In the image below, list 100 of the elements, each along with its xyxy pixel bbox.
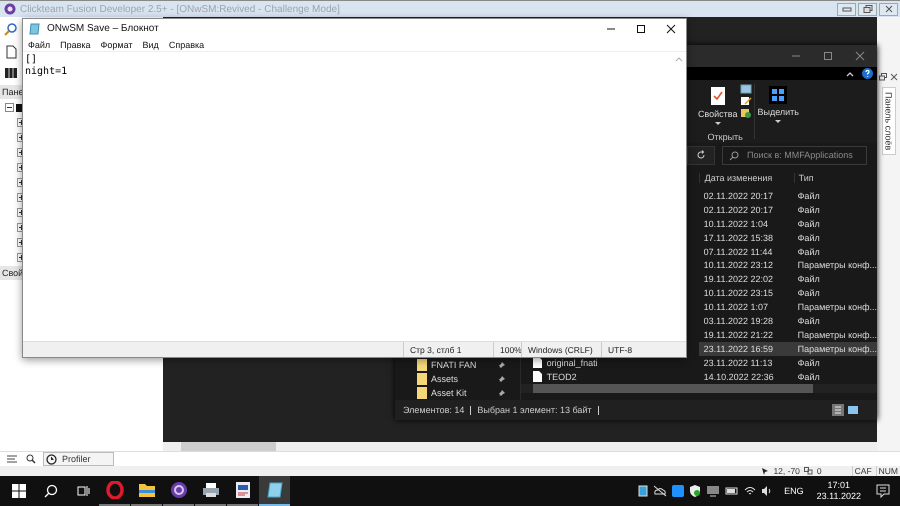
menu-item[interactable]: Правка <box>60 40 91 50</box>
search-icon[interactable] <box>44 484 58 498</box>
wifi-icon[interactable] <box>744 485 756 497</box>
menu-item[interactable]: Справка <box>168 40 204 50</box>
notepad-icon <box>266 481 284 499</box>
notifications-icon[interactable] <box>876 484 890 498</box>
profiler-tab[interactable]: Profiler <box>43 452 114 466</box>
search-icon <box>729 150 739 160</box>
file-row[interactable]: 23.11.2022 11:13 Файл <box>698 356 877 370</box>
minimize-button[interactable] <box>837 2 856 16</box>
file-row[interactable]: 14.10.2022 22:36 Файл <box>698 370 877 384</box>
file-row[interactable]: 17.11.2022 15:38 Файл <box>698 230 877 245</box>
file-name: original_fnati <box>546 358 598 368</box>
file-row[interactable]: 10.11.2022 23:15 Файл <box>698 286 877 300</box>
filter-icon[interactable] <box>5 453 19 465</box>
details-view-icon[interactable] <box>832 404 844 416</box>
file-row[interactable]: 10.11.2022 1:07 Параметры конф... <box>698 300 877 314</box>
line-ending: Windows (CRLF) <box>521 342 601 357</box>
nav-item[interactable]: FNATI FAN <box>395 358 520 372</box>
file-row[interactable]: 02.11.2022 20:17 Файл <box>698 189 877 203</box>
refresh-button[interactable] <box>687 146 715 164</box>
selection-info: Выбран 1 элемент: 13 байт <box>477 405 592 415</box>
pin-icon[interactable] <box>498 389 506 397</box>
help-icon[interactable] <box>862 68 873 79</box>
printer-icon <box>202 482 220 498</box>
file-row[interactable]: 19.11.2022 22:02 Файл <box>698 272 877 286</box>
item-count: Элементов: 14 <box>403 405 464 415</box>
clock-icon <box>46 454 57 464</box>
file-icon <box>532 371 542 382</box>
group-label: Открыть <box>708 132 743 142</box>
notepad-icon <box>29 22 41 34</box>
tiles-view-icon[interactable] <box>847 404 859 416</box>
document-icon <box>234 481 250 499</box>
grid-icon <box>769 86 788 104</box>
history-icon[interactable] <box>740 108 752 118</box>
ring-icon <box>106 481 124 499</box>
coordinates: 12, -70 <box>773 466 800 476</box>
battery-icon[interactable] <box>725 486 740 496</box>
swirl-icon <box>170 481 188 499</box>
file-row[interactable]: 10.11.2022 23:12 Параметры конф... <box>698 258 877 272</box>
select-button[interactable]: Выделить <box>757 84 799 126</box>
layers-tab[interactable]: Панель слоёв <box>882 87 896 156</box>
caret-icon <box>714 122 721 126</box>
menu-item[interactable]: Формат <box>100 40 133 50</box>
column-header[interactable]: Дата изменения <box>698 172 794 182</box>
properties-button[interactable]: Свойства <box>698 84 738 128</box>
close-button[interactable] <box>879 2 898 16</box>
cloud-icon[interactable] <box>653 485 668 497</box>
close-icon[interactable] <box>890 73 898 81</box>
monitor-icon[interactable] <box>706 485 720 497</box>
file-row[interactable]: 03.11.2022 19:28 Файл <box>698 314 877 328</box>
minimize-icon <box>842 5 852 13</box>
text-line: [] <box>25 54 38 66</box>
window-icon[interactable] <box>740 84 752 94</box>
chevron-icon[interactable] <box>846 70 854 76</box>
scrollbar[interactable] <box>163 442 877 451</box>
scrollbar[interactable] <box>520 384 877 394</box>
refresh-icon <box>696 150 706 160</box>
close-icon <box>884 5 894 13</box>
objects-icon <box>804 467 813 475</box>
menu-item[interactable]: Вид <box>142 40 159 50</box>
document-icon[interactable] <box>4 45 18 59</box>
tablet-icon[interactable] <box>638 485 648 497</box>
nav-item[interactable]: Asset Kit <box>395 386 520 400</box>
restore-icon[interactable] <box>879 73 887 81</box>
object-count: 0 <box>816 466 822 476</box>
start-icon[interactable] <box>12 484 26 498</box>
shield-icon[interactable] <box>689 485 702 497</box>
task-view-icon[interactable] <box>76 484 90 498</box>
expander-icon[interactable] <box>5 103 14 112</box>
nav-item[interactable]: Assets <box>395 372 520 386</box>
caret-icon <box>775 120 782 124</box>
search-field[interactable]: Поиск в: MMFApplications <box>722 146 867 164</box>
edit-icon[interactable] <box>740 96 752 106</box>
pin-icon[interactable] <box>498 361 506 369</box>
clock[interactable]: 17:01 23.11.2022 <box>816 480 861 502</box>
restore-button[interactable] <box>858 2 877 16</box>
checklist-icon <box>710 86 726 106</box>
search-icon[interactable] <box>25 453 37 465</box>
window-title: Clickteam Fusion Developer 2.5+ - [ONwSM:Revived - Challenge Mode] <box>20 4 341 14</box>
restore-icon <box>862 5 872 13</box>
window-title: ONwSM Save – Блокнот <box>47 23 160 34</box>
app-tray-icon[interactable] <box>672 485 684 497</box>
taskbar-app[interactable] <box>259 476 290 506</box>
file-row[interactable]: 02.11.2022 20:17 Файл <box>698 202 877 217</box>
zoom-level: 100% <box>493 342 521 357</box>
maximize-icon[interactable] <box>636 24 646 34</box>
file-row[interactable]: 19.11.2022 21:22 Параметры конф... <box>698 328 877 342</box>
film-icon[interactable] <box>4 67 18 79</box>
column-header[interactable]: Тип <box>794 172 877 182</box>
menu-item[interactable]: Файл <box>28 40 50 50</box>
file-row[interactable]: 07.11.2022 11:44 Файл <box>698 244 877 258</box>
cursor-position: Стр 3, стлб 1 <box>403 342 493 357</box>
file-row[interactable]: 10.11.2022 1:04 Файл <box>698 216 877 231</box>
pin-icon[interactable] <box>498 375 506 383</box>
file-row[interactable]: 23.11.2022 16:59 Параметры конф... <box>698 342 877 356</box>
close-icon[interactable] <box>666 24 676 34</box>
encoding: UTF-8 <box>601 342 671 357</box>
app-logo-icon <box>4 3 16 15</box>
language-indicator[interactable]: ENG <box>784 486 804 496</box>
